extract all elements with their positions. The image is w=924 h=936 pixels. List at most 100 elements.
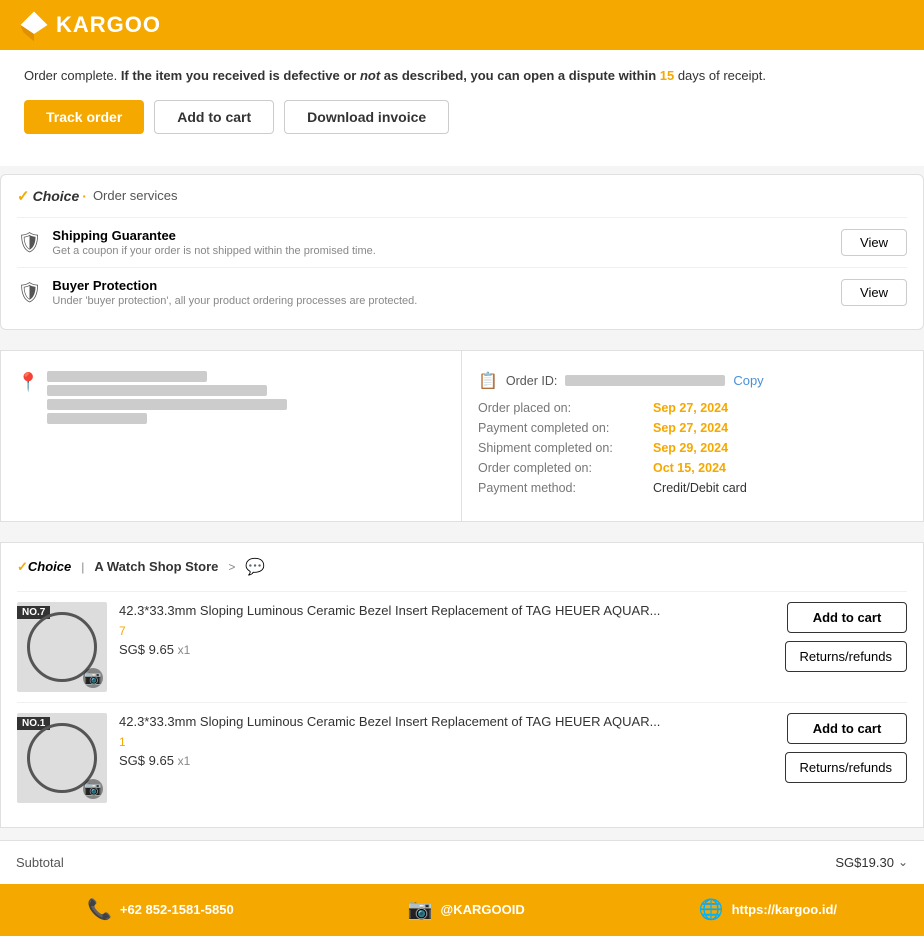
product-qty-0: x1 [178, 643, 191, 657]
footer-website-url[interactable]: https://kargoo.id/ [732, 902, 837, 917]
buyer-protection-title: Buyer Protection [52, 278, 417, 293]
address-line-4 [47, 413, 147, 424]
store-name[interactable]: A Watch Shop Store [94, 559, 218, 574]
header: KARGOO [0, 0, 924, 50]
store-choice-word: Choice [28, 559, 71, 574]
product-variant-1: 1 [119, 735, 773, 749]
store-separator: | [81, 560, 84, 574]
order-detail-label-2: Shipment completed on: [478, 441, 653, 455]
address-line-1 [47, 371, 207, 382]
order-details-column: 📋 Order ID: Copy Order placed on: Sep 27… [462, 351, 923, 521]
footer-phone: 📞 +62 852-1581-5850 [87, 897, 234, 922]
footer: 📞 +62 852-1581-5850 📷 @KARGOOID 🌐 https:… [0, 884, 924, 936]
choice-section: ✓ Choice · Order services 🛡 Shipping Gua… [0, 174, 924, 330]
buyer-protection-view-button[interactable]: View [841, 279, 907, 306]
order-detail-value-1: Sep 27, 2024 [653, 421, 728, 435]
product-title-0: 42.3*33.3mm Sloping Luminous Ceramic Bez… [119, 602, 773, 620]
order-detail-value-3: Oct 15, 2024 [653, 461, 726, 475]
kargoo-logo-icon [16, 7, 52, 43]
chevron-down-icon[interactable]: ⌄ [898, 855, 908, 869]
order-detail-label-0: Order placed on: [478, 401, 653, 415]
product-price-value-1: SG$ 9.65 [119, 753, 174, 768]
order-detail-label-4: Payment method: [478, 481, 653, 495]
product-qty-1: x1 [178, 754, 191, 768]
shipping-guarantee-desc: Get a coupon if your order is not shippe… [52, 245, 375, 257]
action-buttons: Track order Add to cart Download invoice [24, 100, 900, 134]
order-detail-row-1: Payment completed on: Sep 27, 2024 [478, 421, 907, 435]
product-item-1: NO.1 📷 42.3*33.3mm Sloping Luminous Cera… [17, 702, 907, 813]
whatsapp-icon: 📞 [87, 897, 112, 922]
order-detail-row-2: Shipment completed on: Sep 29, 2024 [478, 441, 907, 455]
returns-refunds-button-0[interactable]: Returns/refunds [785, 641, 908, 672]
order-id-row: 📋 Order ID: Copy [478, 371, 907, 391]
camera-icon-1: 📷 [83, 779, 103, 799]
subtotal-amount: SG$19.30 [835, 855, 894, 870]
download-invoice-button[interactable]: Download invoice [284, 100, 449, 134]
clipboard-icon: 📋 [478, 371, 498, 391]
location-pin-icon: 📍 [17, 372, 39, 393]
product-info-0: 42.3*33.3mm Sloping Luminous Ceramic Bez… [119, 602, 773, 657]
buyer-protection-item: 🛡 Buyer Protection Under 'buyer protecti… [17, 267, 907, 317]
order-detail-row-3: Order completed on: Oct 15, 2024 [478, 461, 907, 475]
track-order-button[interactable]: Track order [24, 100, 144, 134]
choice-word: Choice [33, 188, 80, 204]
order-id-value [565, 375, 725, 386]
shipping-guarantee-item: 🛡 Shipping Guarantee Get a coupon if you… [17, 217, 907, 267]
product-variant-0: 7 [119, 624, 773, 638]
store-choice-check-icon: ✓ [17, 559, 28, 575]
footer-phone-number[interactable]: +62 852-1581-5850 [120, 902, 234, 917]
product-price-0: SG$ 9.65 x1 [119, 642, 773, 657]
main-content: Order complete. If the item you received… [0, 50, 924, 166]
shipping-guarantee-left: 🛡 Shipping Guarantee Get a coupon if you… [17, 228, 376, 257]
address-column: 📍 [1, 351, 462, 521]
address-lines [47, 371, 287, 424]
product-price-1: SG$ 9.65 x1 [119, 753, 773, 768]
order-detail-label-3: Order completed on: [478, 461, 653, 475]
order-detail-row-0: Order placed on: Sep 27, 2024 [478, 401, 907, 415]
choice-section-title: Order services [93, 188, 178, 203]
returns-refunds-button-1[interactable]: Returns/refunds [785, 752, 908, 783]
product-price-value-0: SG$ 9.65 [119, 642, 174, 657]
camera-icon-0: 📷 [83, 668, 103, 688]
footer-website: 🌐 https://kargoo.id/ [699, 897, 837, 922]
choice-badge: ✓ Choice · [17, 187, 87, 205]
order-detail-row-4: Payment method: Credit/Debit card [478, 481, 907, 495]
order-info-grid: 📍 📋 Order ID: Copy Order placed on: Sep … [1, 351, 923, 521]
logo: KARGOO [16, 7, 161, 43]
shield-icon: 🛡 [17, 230, 42, 255]
order-id-label: Order ID: [506, 374, 557, 388]
address-line-3 [47, 399, 287, 410]
subtotal-row: Subtotal SG$19.30 ⌄ [0, 840, 924, 884]
instagram-icon: 📷 [408, 897, 433, 922]
buyer-protection-left: 🛡 Buyer Protection Under 'buyer protecti… [17, 278, 417, 307]
order-detail-label-1: Payment completed on: [478, 421, 653, 435]
footer-instagram-handle[interactable]: @KARGOOID [441, 902, 525, 917]
order-notice: Order complete. If the item you received… [24, 66, 900, 86]
notice-text: Order complete. If the item you received… [24, 68, 766, 83]
product-actions-1: Add to cart Returns/refunds [785, 713, 908, 783]
add-to-cart-button-product-0[interactable]: Add to cart [787, 602, 907, 633]
shipping-guarantee-view-button[interactable]: View [841, 229, 907, 256]
address-line-2 [47, 385, 267, 396]
globe-icon: 🌐 [699, 897, 724, 922]
choice-check-icon: ✓ [17, 187, 30, 205]
product-title-1: 42.3*33.3mm Sloping Luminous Ceramic Bez… [119, 713, 773, 731]
product-actions-0: Add to cart Returns/refunds [785, 602, 908, 672]
order-detail-value-4: Credit/Debit card [653, 481, 747, 495]
shipping-guarantee-info: Shipping Guarantee Get a coupon if your … [52, 228, 375, 257]
add-to-cart-button-top[interactable]: Add to cart [154, 100, 274, 134]
add-to-cart-button-product-1[interactable]: Add to cart [787, 713, 907, 744]
product-image-0: NO.7 📷 [17, 602, 107, 692]
logo-text: KARGOO [56, 12, 161, 38]
address-header: 📍 [17, 371, 445, 424]
subtotal-label: Subtotal [16, 855, 64, 870]
choice-header: ✓ Choice · Order services [17, 187, 907, 205]
store-choice-badge: ✓ Choice [17, 559, 71, 575]
product-item-0: NO.7 📷 42.3*33.3mm Sloping Luminous Cera… [17, 591, 907, 702]
store-header: ✓ Choice | A Watch Shop Store > 💬 [17, 557, 907, 577]
subtotal-value: SG$19.30 ⌄ [835, 855, 908, 870]
buyer-protection-desc: Under 'buyer protection', all your produ… [52, 295, 417, 307]
product-image-1: NO.1 📷 [17, 713, 107, 803]
shield-icon-2: 🛡 [17, 280, 42, 305]
copy-order-id-button[interactable]: Copy [733, 373, 763, 388]
